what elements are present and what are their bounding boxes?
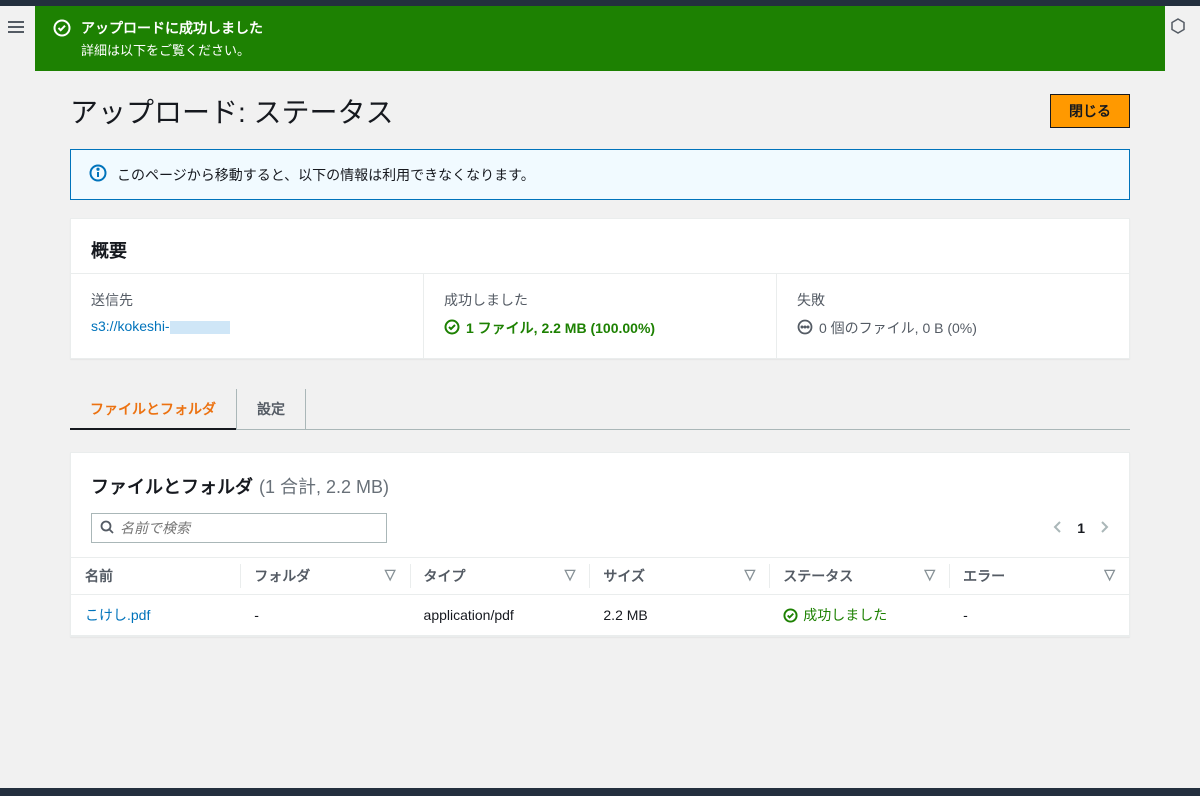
summary-heading: 概要 bbox=[71, 219, 1129, 273]
help-icon[interactable] bbox=[1170, 18, 1186, 37]
pagination: 1 bbox=[1053, 520, 1109, 537]
tab-settings[interactable]: 設定 bbox=[237, 389, 306, 429]
search-input[interactable] bbox=[114, 520, 378, 536]
tab-files[interactable]: ファイルとフォルダ bbox=[70, 389, 237, 429]
fail-label: 失敗 bbox=[797, 290, 1109, 310]
info-alert-text: このページから移動すると、以下の情報は利用できなくなります。 bbox=[117, 165, 535, 185]
summary-destination: 送信先 s3://kokeshi- bbox=[71, 274, 424, 358]
files-table: 名前 フォルダ ▽ タイプ ▽ サイズ ▽ ステータス ▽ エラー ▽ こけし.pdf -… bbox=[71, 557, 1129, 636]
files-panel: ファイルとフォルダ (1 合計, 2.2 MB) bbox=[70, 452, 1130, 637]
cell-error: - bbox=[949, 595, 1129, 636]
filter-icon[interactable]: ▽ bbox=[924, 566, 935, 583]
filter-icon[interactable]: ▽ bbox=[744, 566, 755, 583]
cell-size: 2.2 MB bbox=[589, 595, 769, 636]
summary-failed: 失敗 0 個のファイル, 0 B (0%) bbox=[777, 274, 1129, 358]
cell-type: application/pdf bbox=[410, 595, 590, 636]
success-check-icon bbox=[783, 608, 798, 623]
summary-success: 成功しました 1 ファイル, 2.2 MB (100.00%) bbox=[424, 274, 777, 358]
minus-circle-icon bbox=[797, 319, 813, 338]
destination-value[interactable]: s3://kokeshi- bbox=[91, 318, 403, 334]
col-type[interactable]: タイプ bbox=[424, 568, 466, 584]
filter-icon[interactable]: ▽ bbox=[385, 566, 396, 583]
cell-folder: - bbox=[240, 595, 409, 636]
menu-toggle-icon[interactable] bbox=[8, 18, 24, 36]
file-name-link[interactable]: こけし.pdf bbox=[85, 607, 150, 623]
destination-label: 送信先 bbox=[91, 290, 403, 310]
summary-panel: 概要 送信先 s3://kokeshi- 成功しました bbox=[70, 218, 1130, 359]
success-value: 1 ファイル, 2.2 MB (100.00%) bbox=[466, 318, 655, 338]
status-badge: 成功しました bbox=[783, 605, 935, 625]
success-label: 成功しました bbox=[444, 290, 756, 310]
flash-title: アップロードに成功しました bbox=[81, 18, 263, 38]
filter-icon[interactable]: ▽ bbox=[1104, 566, 1115, 583]
table-row: こけし.pdf - application/pdf 2.2 MB 成功しました bbox=[71, 595, 1129, 636]
tab-bar: ファイルとフォルダ 設定 bbox=[70, 389, 1130, 430]
redacted-text bbox=[170, 321, 230, 334]
fail-value: 0 個のファイル, 0 B (0%) bbox=[819, 318, 977, 338]
info-alert: このページから移動すると、以下の情報は利用できなくなります。 bbox=[70, 149, 1130, 200]
bottom-bar bbox=[0, 788, 1200, 796]
search-icon bbox=[100, 520, 114, 537]
search-input-wrap[interactable] bbox=[91, 513, 387, 543]
success-check-icon bbox=[444, 319, 460, 338]
files-table-count: (1 合計, 2.2 MB) bbox=[259, 473, 389, 499]
files-table-title: ファイルとフォルダ bbox=[91, 473, 253, 499]
page-next-icon[interactable] bbox=[1099, 520, 1109, 537]
page-header: アップロード: ステータス 閉じる bbox=[70, 91, 1130, 131]
flash-success-banner: アップロードに成功しました 詳細は以下をご覧ください。 bbox=[35, 6, 1165, 71]
col-status[interactable]: ステータス bbox=[783, 568, 853, 584]
flash-subtitle: 詳細は以下をご覧ください。 bbox=[81, 40, 263, 59]
info-icon bbox=[89, 164, 107, 185]
col-folder[interactable]: フォルダ bbox=[254, 568, 310, 584]
success-check-icon bbox=[53, 19, 71, 40]
close-button[interactable]: 閉じる bbox=[1050, 94, 1130, 128]
page-number: 1 bbox=[1077, 520, 1085, 536]
page-title: アップロード: ステータス bbox=[70, 91, 394, 131]
col-name[interactable]: 名前 bbox=[85, 568, 113, 584]
col-error[interactable]: エラー bbox=[963, 568, 1005, 584]
col-size[interactable]: サイズ bbox=[603, 568, 645, 584]
filter-icon[interactable]: ▽ bbox=[565, 566, 576, 583]
page-prev-icon[interactable] bbox=[1053, 520, 1063, 537]
